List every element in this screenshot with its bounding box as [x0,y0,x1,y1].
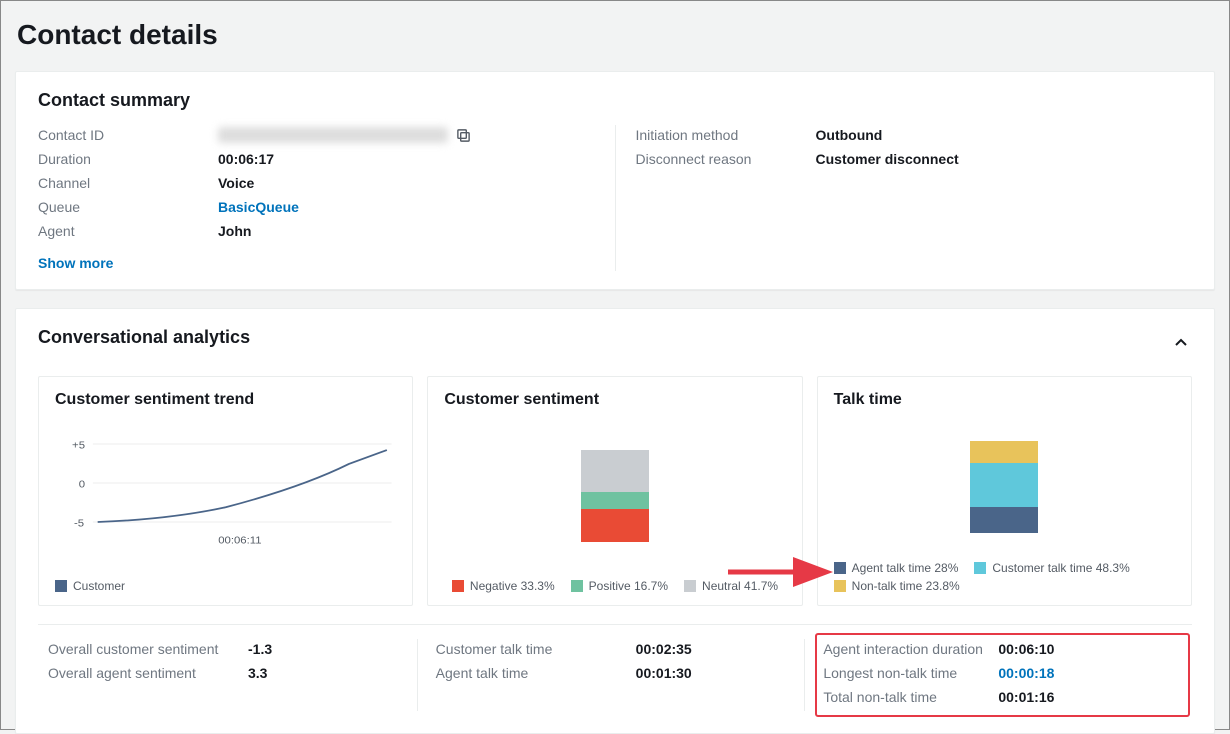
legend-positive: Positive 16.7% [571,579,668,593]
copy-icon[interactable] [456,128,471,143]
segment-positive [581,492,649,509]
y-tick-plus5: +5 [72,440,85,451]
overall-agent-sentiment: Overall agent sentiment 3.3 [48,663,407,683]
metrics-row: Overall customer sentiment -1.3 Overall … [38,624,1192,711]
disconnect-reason-value: Customer disconnect [816,149,959,169]
customer-sentiment-card: Customer sentiment Negative 33.3% Positi… [427,376,802,606]
initiation-method-row: Initiation method Outbound [636,125,1193,145]
talk-time-card: Talk time Agent talk time 28% Customer t… [817,376,1192,606]
page-title: Contact details [17,19,1215,51]
segment-agent-talk [970,507,1038,533]
agent-interaction-duration: Agent interaction duration 00:06:10 [823,639,1182,659]
legend-customer: Customer [55,579,125,593]
x-axis-label: 00:06:11 [218,535,261,546]
segment-neutral [581,450,649,492]
overall-customer-sentiment: Overall customer sentiment -1.3 [48,639,407,659]
initiation-method-value: Outbound [816,125,883,145]
agent-row: Agent John [38,221,595,241]
legend-negative: Negative 33.3% [452,579,555,593]
legend-customer-talk: Customer talk time 48.3% [974,561,1129,575]
contact-id-row: Contact ID [38,125,595,145]
channel-row: Channel Voice [38,173,595,193]
segment-non-talk [970,441,1038,463]
summary-right-column: Initiation method Outbound Disconnect re… [616,125,1193,271]
longest-non-talk-link[interactable]: 00:00:18 [998,663,1054,683]
sentiment-trend-title: Customer sentiment trend [55,391,396,409]
summary-left-column: Contact ID Duration 00:06:17 Channel Voi… [38,125,616,271]
talk-time-title: Talk time [834,391,1175,409]
highlight-annotation: Agent interaction duration 00:06:10 Long… [815,633,1190,717]
collapse-icon[interactable] [1170,332,1192,357]
y-tick-minus5: -5 [74,518,84,529]
disconnect-reason-row: Disconnect reason Customer disconnect [636,149,1193,169]
disconnect-reason-label: Disconnect reason [636,149,816,169]
show-more-link[interactable]: Show more [38,255,113,271]
contact-summary-heading: Contact summary [38,90,1192,111]
legend-agent-talk: Agent talk time 28% [834,561,959,575]
y-tick-zero: 0 [79,479,85,490]
talk-time-chart [834,419,1175,555]
longest-non-talk-time: Longest non-talk time 00:00:18 [823,663,1182,683]
sentiment-trend-legend: Customer [55,579,396,593]
metrics-col-3: Agent interaction duration 00:06:10 Long… [804,639,1192,711]
talk-time-legend: Agent talk time 28% Customer talk time 4… [834,561,1175,593]
duration-row: Duration 00:06:17 [38,149,595,169]
customer-talk-time-metric: Customer talk time 00:02:35 [436,639,795,659]
agent-label: Agent [38,221,218,241]
agent-value: John [218,221,251,241]
conversational-analytics-panel: Conversational analytics Customer sentim… [15,308,1215,734]
legend-non-talk: Non-talk time 23.8% [834,579,960,593]
conversational-analytics-heading: Conversational analytics [38,327,250,348]
contact-summary-panel: Contact summary Contact ID Duration 00:0… [15,71,1215,290]
segment-negative [581,509,649,542]
contact-id-value-redacted [218,127,448,143]
contact-id-label: Contact ID [38,125,218,145]
initiation-method-label: Initiation method [636,125,816,145]
sentiment-trend-card: Customer sentiment trend +5 0 -5 00:06:1… [38,376,413,606]
channel-value: Voice [218,173,254,193]
duration-value: 00:06:17 [218,149,274,169]
segment-customer-talk [970,463,1038,507]
agent-talk-time-metric: Agent talk time 00:01:30 [436,663,795,683]
duration-label: Duration [38,149,218,169]
customer-sentiment-title: Customer sentiment [444,391,785,409]
customer-sentiment-chart [444,419,785,573]
metrics-col-1: Overall customer sentiment -1.3 Overall … [38,639,417,711]
total-non-talk-time: Total non-talk time 00:01:16 [823,687,1182,707]
queue-label: Queue [38,197,218,217]
legend-neutral: Neutral 41.7% [684,579,778,593]
queue-link[interactable]: BasicQueue [218,197,299,217]
queue-row: Queue BasicQueue [38,197,595,217]
sentiment-trend-chart: +5 0 -5 00:06:11 [55,419,396,573]
metrics-col-2: Customer talk time 00:02:35 Agent talk t… [417,639,805,711]
channel-label: Channel [38,173,218,193]
customer-sentiment-legend: Negative 33.3% Positive 16.7% Neutral 41… [444,579,785,593]
